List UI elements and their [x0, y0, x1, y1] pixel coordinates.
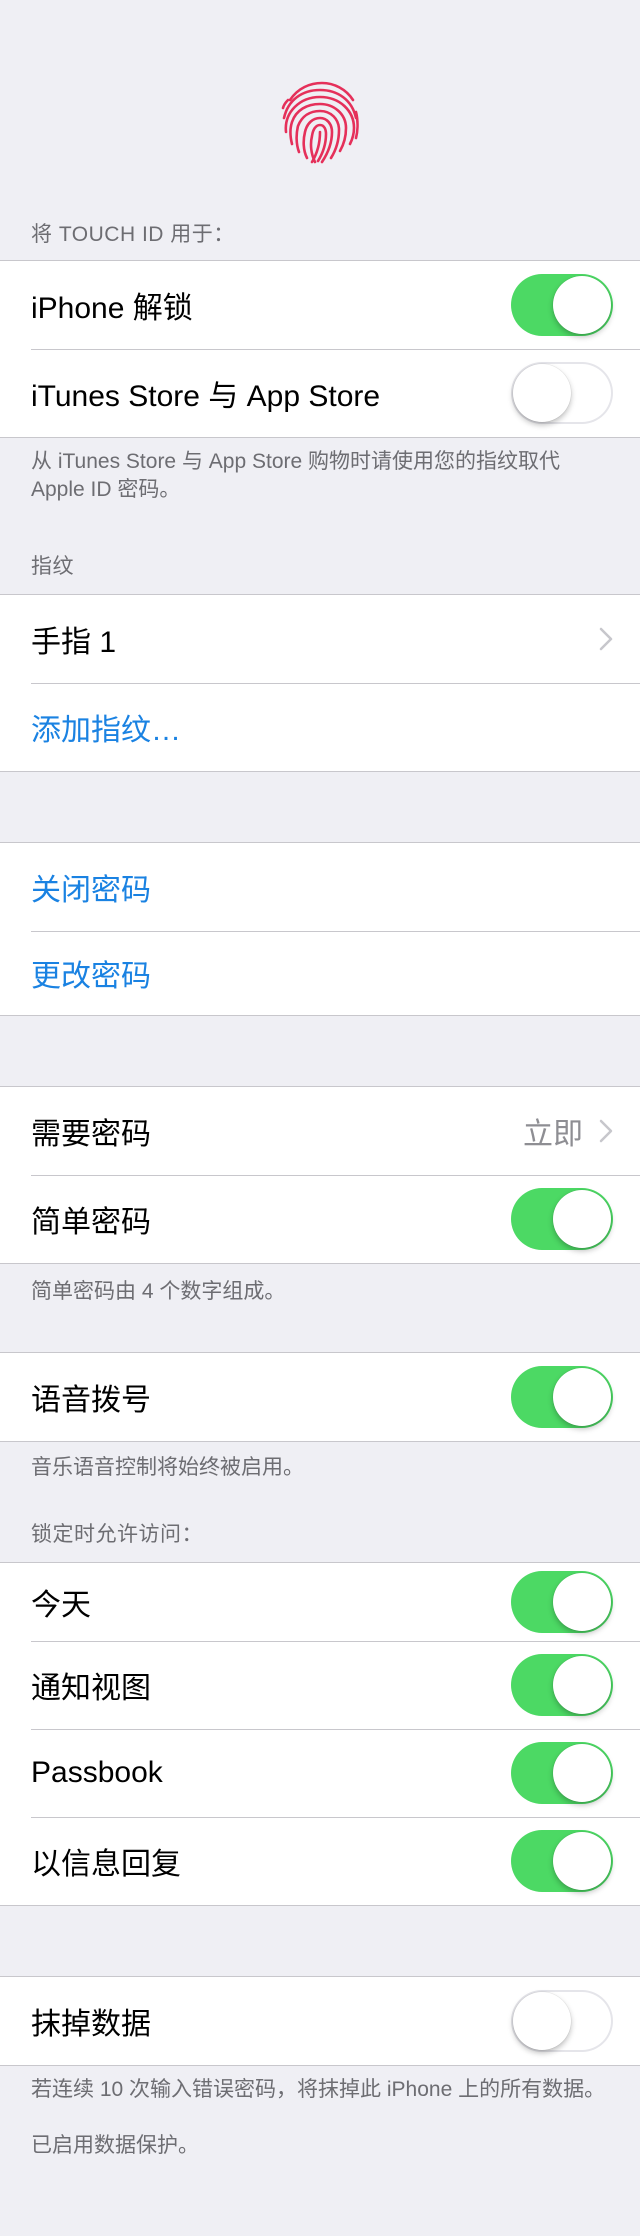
voice-dial-toggle[interactable]: [511, 1366, 613, 1428]
add-fingerprint-link[interactable]: 添加指纹…: [31, 705, 609, 749]
section-header-lock-access: 锁定时允许访问：: [0, 1506, 640, 1548]
footer-text: 从 iTunes Store 与 App Store 购物时请使用您的指纹取代 …: [31, 450, 561, 501]
footer-text: 简单密码由 4 个数字组成。: [31, 1280, 286, 1303]
section-footer-voice-dial: 音乐语音控制将始终被启用。: [0, 1442, 640, 1506]
turn-off-passcode-link[interactable]: 关闭密码: [31, 865, 609, 909]
voice-dial-group: 语音拨号: [0, 1352, 640, 1442]
toggle-knob: [553, 1656, 611, 1714]
lock-access-group: 今天 通知视图 Passbook 以信息回复: [0, 1562, 640, 1906]
row-label: Passbook: [31, 1756, 163, 1789]
footer-text: 若连续 10 次输入错误密码，将抹掉此 iPhone 上的所有数据。: [31, 2078, 606, 2101]
section-footer-simple-passcode: 简单密码由 4 个数字组成。: [0, 1264, 640, 1352]
row-add-fingerprint[interactable]: 添加指纹…: [0, 683, 640, 771]
section-header-label: 锁定时允许访问：: [31, 1523, 203, 1546]
row-label: 今天: [31, 1589, 91, 1622]
row-turn-off-passcode[interactable]: 关闭密码: [0, 843, 640, 931]
section-footer-touch-id: 从 iTunes Store 与 App Store 购物时请使用您的指纹取代 …: [0, 438, 640, 548]
chevron-right-icon: [599, 1119, 613, 1143]
passcode-group: 关闭密码 更改密码: [0, 842, 640, 1016]
row-require-passcode[interactable]: 需要密码 立即: [0, 1087, 640, 1175]
row-label: 语音拨号: [31, 1384, 151, 1417]
row-change-passcode[interactable]: 更改密码: [0, 931, 640, 1015]
row-label: 以信息回复: [31, 1848, 181, 1881]
row-voice-dial[interactable]: 语音拨号: [0, 1353, 640, 1441]
toggle-knob: [513, 1992, 571, 2050]
row-label: 抹掉数据: [31, 2008, 151, 2041]
iphone-unlock-toggle[interactable]: [511, 274, 613, 336]
section-header-touch-id: 将 TOUCH ID 用于：: [0, 210, 640, 248]
toggle-knob: [553, 1368, 611, 1426]
toggle-knob: [553, 276, 611, 334]
row-label: 简单密码: [31, 1206, 151, 1239]
row-label: 需要密码: [31, 1118, 151, 1151]
erase-data-toggle[interactable]: [511, 1990, 613, 2052]
toggle-knob: [513, 364, 571, 422]
section-header-fingerprints: 指纹: [0, 548, 640, 580]
touch-id-group: iPhone 解锁 iTunes Store 与 App Store: [0, 260, 640, 438]
itunes-app-store-toggle[interactable]: [511, 362, 613, 424]
section-footer-erase-data: 若连续 10 次输入错误密码，将抹掉此 iPhone 上的所有数据。 已启用数据…: [0, 2066, 640, 2160]
toggle-knob: [553, 1832, 611, 1890]
row-iphone-unlock[interactable]: iPhone 解锁: [0, 261, 640, 349]
row-label: iTunes Store 与 App Store: [31, 380, 381, 413]
passbook-toggle[interactable]: [511, 1742, 613, 1804]
touch-id-passcode-settings: 将 TOUCH ID 用于： iPhone 解锁 iTunes Store 与 …: [0, 0, 640, 2236]
fingerprint-icon: [281, 81, 359, 164]
change-passcode-link[interactable]: 更改密码: [31, 951, 609, 995]
chevron-right-icon: [599, 627, 613, 651]
row-erase-data[interactable]: 抹掉数据: [0, 1977, 640, 2065]
toggle-knob: [553, 1573, 611, 1631]
hero: [0, 0, 640, 210]
footer-text: 音乐语音控制将始终被启用。: [31, 1456, 304, 1479]
simple-passcode-toggle[interactable]: [511, 1188, 613, 1250]
erase-data-group: 抹掉数据: [0, 1976, 640, 2066]
notification-view-toggle[interactable]: [511, 1654, 613, 1716]
toggle-knob: [553, 1190, 611, 1248]
reply-with-message-toggle[interactable]: [511, 1830, 613, 1892]
row-itunes-app-store[interactable]: iTunes Store 与 App Store: [0, 349, 640, 437]
row-label: 手指 1: [31, 626, 117, 659]
row-label: 通知视图: [31, 1672, 151, 1705]
row-notification-view[interactable]: 通知视图: [0, 1641, 640, 1729]
toggle-knob: [553, 1744, 611, 1802]
row-today[interactable]: 今天: [0, 1563, 640, 1641]
section-header-label: 将 TOUCH ID 用于：: [31, 223, 235, 246]
row-finger-1[interactable]: 手指 1: [0, 595, 640, 683]
section-header-label: 指纹: [31, 555, 74, 578]
row-reply-with-message[interactable]: 以信息回复: [0, 1817, 640, 1905]
require-passcode-group: 需要密码 立即 简单密码: [0, 1086, 640, 1264]
require-passcode-value: 立即: [523, 1118, 583, 1151]
data-protection-text: 已启用数据保护。: [31, 2134, 199, 2157]
row-passbook[interactable]: Passbook: [0, 1729, 640, 1817]
today-toggle[interactable]: [511, 1571, 613, 1633]
fingerprints-group: 手指 1 添加指纹…: [0, 594, 640, 772]
row-label: iPhone 解锁: [31, 292, 193, 325]
row-simple-passcode[interactable]: 简单密码: [0, 1175, 640, 1263]
